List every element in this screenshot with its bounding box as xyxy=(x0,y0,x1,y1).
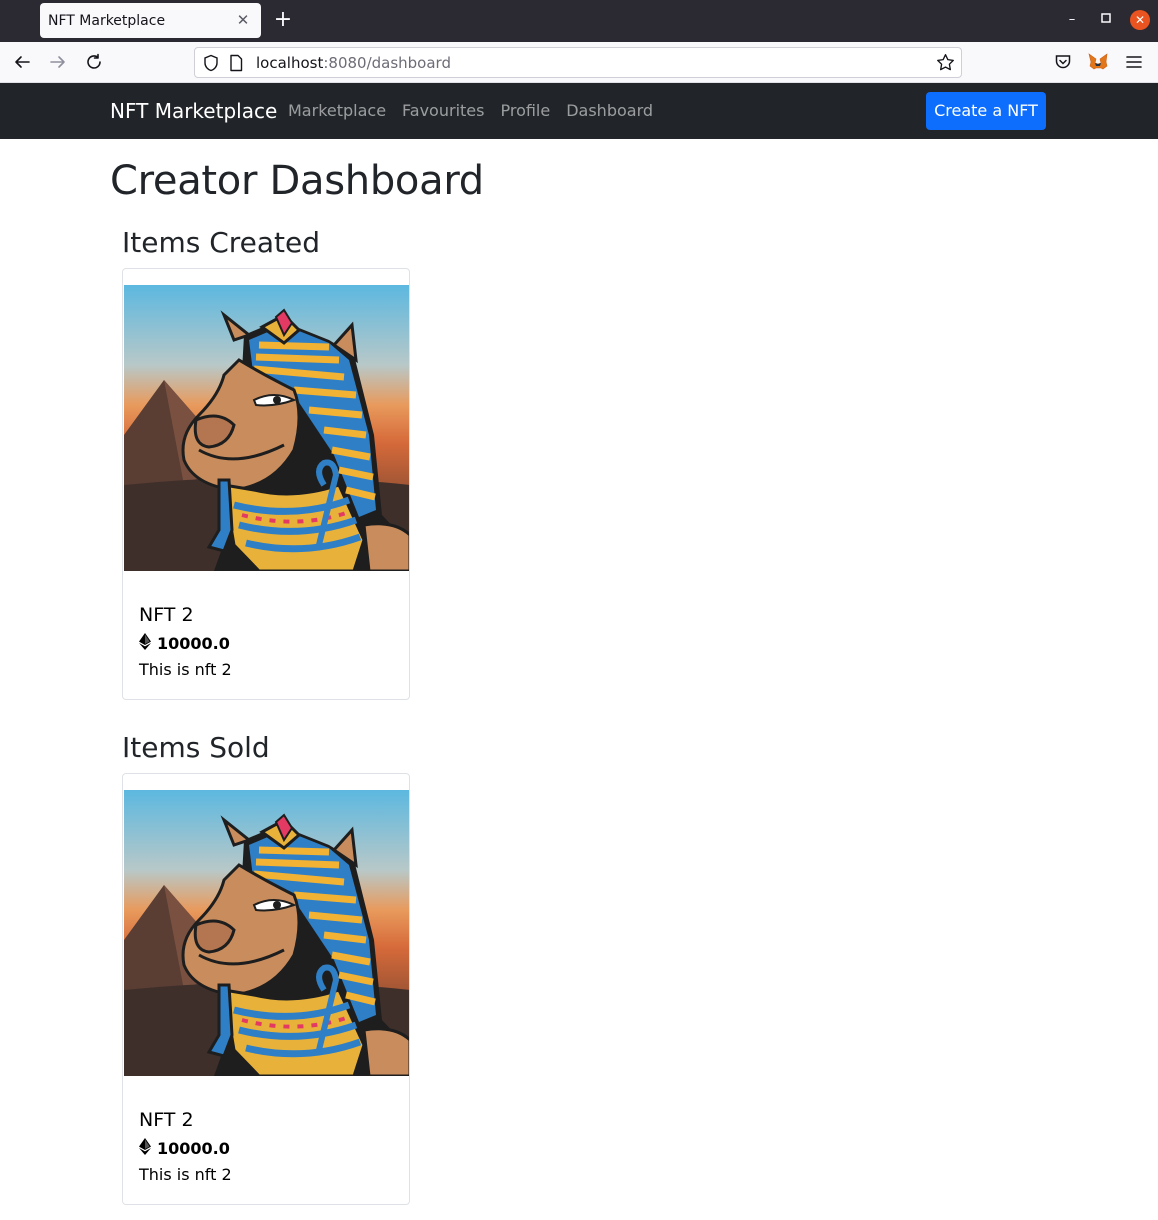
app-navbar: NFT Marketplace Marketplace Favourites P… xyxy=(0,83,1158,139)
page-title: Creator Dashboard xyxy=(110,158,484,204)
create-nft-button[interactable]: Create a NFT xyxy=(926,92,1046,130)
shield-icon[interactable] xyxy=(203,54,219,76)
card-body: NFT 2 10000.0 This is nft 2 xyxy=(139,1108,393,1185)
tab-close-icon[interactable]: ✕ xyxy=(235,12,251,28)
browser-titlebar: NFT Marketplace ✕ + – ✕ xyxy=(0,0,1158,42)
reload-icon[interactable] xyxy=(82,50,106,74)
nft-price-value: 10000.0 xyxy=(157,1139,230,1158)
url-text[interactable]: localhost:8080/dashboard xyxy=(256,54,451,72)
browser-tab[interactable]: NFT Marketplace ✕ xyxy=(40,3,261,38)
browser-toolbar: localhost:8080/dashboard xyxy=(0,42,1158,83)
nft-card[interactable]: NFT 2 10000.0 This is nft 2 xyxy=(122,268,410,700)
nft-card[interactable]: NFT 2 10000.0 This is nft 2 xyxy=(122,773,410,1205)
hamburger-menu-icon[interactable] xyxy=(1122,50,1146,74)
items-created-heading: Items Created xyxy=(122,226,321,259)
nft-image xyxy=(124,790,410,1076)
nav-links: Marketplace Favourites Profile Dashboard xyxy=(288,101,653,121)
page-icon xyxy=(229,54,243,76)
nft-image xyxy=(124,285,410,571)
ethereum-icon xyxy=(139,1138,151,1160)
nft-price: 10000.0 xyxy=(139,633,393,655)
metamask-fox-icon[interactable] xyxy=(1086,50,1110,74)
back-arrow-icon[interactable] xyxy=(10,50,34,74)
new-tab-icon[interactable]: + xyxy=(272,9,294,31)
minimize-icon[interactable]: – xyxy=(1063,11,1081,29)
nft-name: NFT 2 xyxy=(139,1109,194,1131)
url-host: localhost xyxy=(256,54,324,72)
bookmark-star-icon[interactable] xyxy=(936,53,955,76)
forward-arrow-icon[interactable] xyxy=(46,50,70,74)
nav-link-marketplace[interactable]: Marketplace xyxy=(288,101,386,121)
nft-name: NFT 2 xyxy=(139,604,194,626)
items-sold-heading: Items Sold xyxy=(122,731,270,764)
nft-price-value: 10000.0 xyxy=(157,634,230,653)
pocket-icon[interactable] xyxy=(1051,50,1075,74)
card-body: NFT 2 10000.0 This is nft 2 xyxy=(139,603,393,680)
nav-link-profile[interactable]: Profile xyxy=(500,101,550,121)
ethereum-icon xyxy=(139,633,151,655)
nav-link-dashboard[interactable]: Dashboard xyxy=(566,101,653,121)
nft-description: This is nft 2 xyxy=(139,1165,232,1184)
nft-description: This is nft 2 xyxy=(139,660,232,679)
url-path: :8080/dashboard xyxy=(323,54,451,72)
maximize-icon[interactable] xyxy=(1097,11,1115,29)
nft-price: 10000.0 xyxy=(139,1138,393,1160)
tab-title: NFT Marketplace xyxy=(48,12,166,29)
address-bar[interactable]: localhost:8080/dashboard xyxy=(194,47,962,78)
close-window-icon[interactable]: ✕ xyxy=(1130,10,1150,30)
nav-link-favourites[interactable]: Favourites xyxy=(402,101,484,121)
brand-link[interactable]: NFT Marketplace xyxy=(110,99,277,123)
